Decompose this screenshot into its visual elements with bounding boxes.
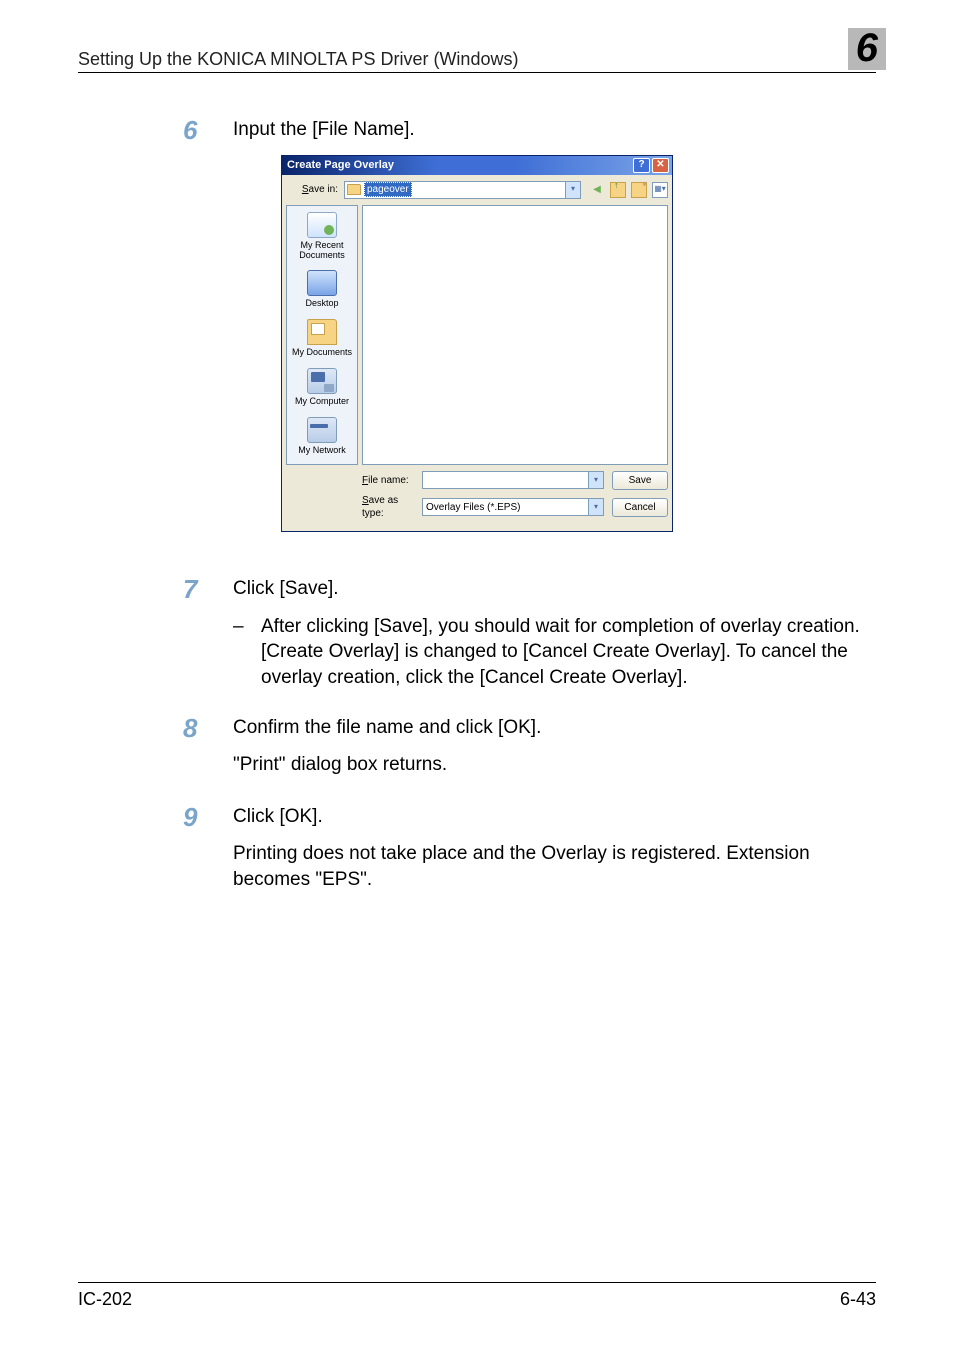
create-page-overlay-dialog: Create Page Overlay ? ✕ Save in: pageove… [281, 155, 673, 532]
step-9-para2: Printing does not take place and the Ove… [233, 841, 876, 892]
place-mydocs-label: My Documents [292, 348, 352, 358]
dialog-title: Create Page Overlay [285, 158, 631, 173]
page-header: Setting Up the KONICA MINOLTA PS Driver … [78, 28, 876, 73]
back-icon[interactable]: ◀ [589, 182, 605, 198]
new-folder-icon[interactable]: ✶ [631, 182, 647, 198]
filename-label: File name: [362, 474, 422, 488]
savetype-label: Save as type: [362, 494, 422, 521]
place-mynet[interactable]: My Network [298, 417, 346, 456]
bullet-dash: – [233, 614, 261, 691]
places-bar: My Recent Documents Desktop My Documents [286, 205, 358, 465]
filename-input[interactable]: ▾ [422, 471, 604, 489]
step-number: 7 [183, 576, 233, 701]
help-icon[interactable]: ? [633, 158, 650, 173]
savetype-value: Overlay Files (*.EPS) [426, 501, 520, 515]
folder-icon [347, 184, 361, 195]
chapter-number: 6 [856, 26, 878, 70]
my-network-icon [307, 417, 337, 443]
chevron-down-icon[interactable]: ▾ [565, 182, 580, 198]
close-icon[interactable]: ✕ [652, 158, 669, 173]
step-9: 9 Click [OK]. Printing does not take pla… [183, 804, 876, 905]
recent-documents-icon [307, 212, 337, 238]
my-computer-icon [307, 368, 337, 394]
save-in-value: pageover [364, 182, 412, 198]
save-button[interactable]: Save [612, 471, 668, 490]
step-number: 9 [183, 804, 233, 905]
place-mycomp[interactable]: My Computer [295, 368, 349, 407]
chevron-down-icon[interactable]: ▾ [588, 472, 603, 488]
place-desktop[interactable]: Desktop [305, 270, 338, 309]
place-desktop-label: Desktop [305, 299, 338, 309]
place-mydocs[interactable]: My Documents [292, 319, 352, 358]
my-documents-icon [307, 319, 337, 345]
step-6: 6 Input the [File Name]. Create Page Ove… [183, 117, 876, 562]
dialog-titlebar[interactable]: Create Page Overlay ? ✕ [282, 156, 672, 175]
dialog-toolbar: ◀ ↑ ✶ ▦▾ [581, 182, 668, 198]
place-mynet-label: My Network [298, 446, 346, 456]
header-title: Setting Up the KONICA MINOLTA PS Driver … [78, 49, 518, 70]
chapter-indicator: 6 [848, 28, 886, 70]
step-number: 6 [183, 117, 233, 562]
chevron-down-icon[interactable]: ▾ [588, 499, 603, 515]
step-8: 8 Confirm the file name and click [OK]. … [183, 715, 876, 790]
views-icon[interactable]: ▦▾ [652, 182, 668, 198]
step-9-text: Click [OK]. [233, 804, 876, 830]
cancel-button[interactable]: Cancel [612, 498, 668, 517]
place-recent[interactable]: My Recent Documents [299, 212, 345, 261]
save-in-dropdown[interactable]: pageover ▾ [344, 181, 581, 199]
step-6-text: Input the [File Name]. [233, 117, 876, 143]
save-in-label: Save in: [286, 183, 344, 197]
step-8-para2: "Print" dialog box returns. [233, 752, 876, 778]
up-folder-icon[interactable]: ↑ [610, 182, 626, 198]
step-7-bullet: After clicking [Save], you should wait f… [261, 614, 876, 691]
footer-right: 6-43 [840, 1289, 876, 1310]
place-recent-label: My Recent Documents [299, 241, 345, 261]
step-number: 8 [183, 715, 233, 790]
desktop-icon [307, 270, 337, 296]
footer-left: IC-202 [78, 1289, 132, 1310]
step-7: 7 Click [Save]. – After clicking [Save],… [183, 576, 876, 701]
place-mycomp-label: My Computer [295, 397, 349, 407]
savetype-dropdown[interactable]: Overlay Files (*.EPS) ▾ [422, 498, 604, 516]
step-8-text: Confirm the file name and click [OK]. [233, 715, 876, 741]
file-list-area[interactable] [362, 205, 668, 465]
page-footer: IC-202 6-43 [78, 1282, 876, 1310]
step-7-text: Click [Save]. [233, 576, 876, 602]
